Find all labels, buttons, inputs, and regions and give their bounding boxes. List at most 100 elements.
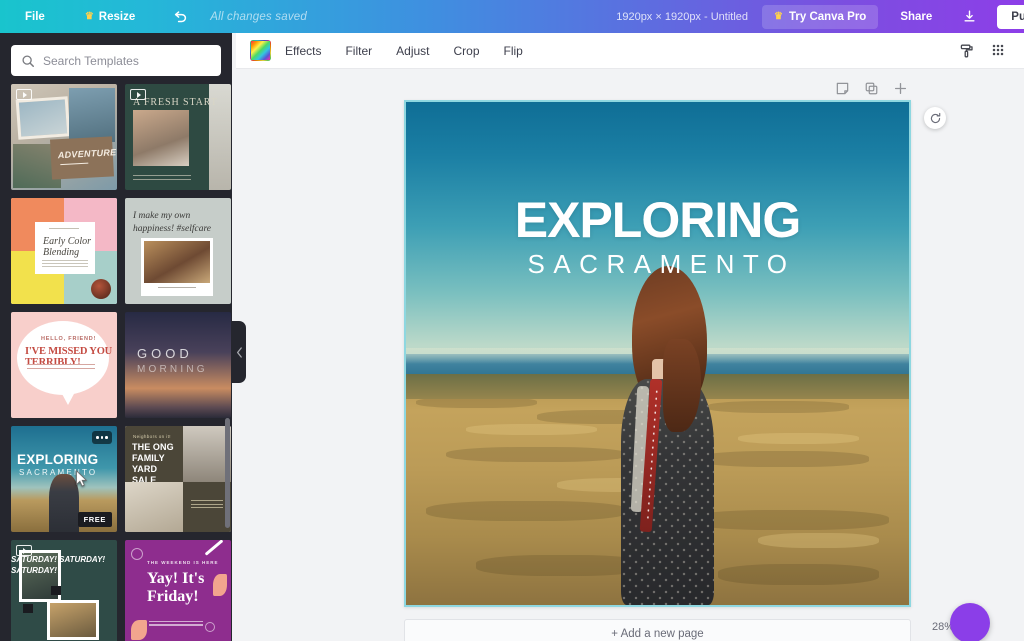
template-art [133, 110, 189, 166]
sidebar-scrollbar-thumb[interactable] [225, 418, 230, 528]
template-card-early-color-blending[interactable]: Early Color Blending [11, 198, 117, 304]
try-canva-pro-button[interactable]: ♛ Try Canva Pro [762, 4, 879, 29]
canvas-area: EXPLORING SACRAMENTO + Add a new page 28… [236, 69, 1024, 641]
publish-button[interactable]: Pu [997, 4, 1024, 29]
notes-icon[interactable] [834, 80, 850, 96]
video-badge-icon [16, 545, 32, 556]
template-kicker: THE WEEKEND IS HERE [147, 560, 219, 565]
sidebar-scrollbar[interactable] [225, 88, 230, 638]
template-title: I make my own happiness! #selfcare [133, 211, 212, 234]
template-subtitle: MORNING [137, 364, 208, 375]
add-new-page-label: + Add a new page [611, 628, 704, 640]
template-underline [60, 162, 89, 166]
page-tools-group [834, 80, 908, 96]
template-caption-lines [27, 364, 95, 371]
rotate-reset-icon[interactable] [924, 107, 946, 129]
template-title: SATURDAY! SATURDAY! SATURDAY! [11, 555, 106, 575]
add-page-icon[interactable] [892, 80, 908, 96]
try-pro-label: Try Canva Pro [788, 10, 867, 23]
template-title: Yay! It's Friday! [147, 570, 205, 605]
sidebar-collapse-handle[interactable] [232, 321, 246, 383]
template-art [51, 586, 61, 595]
canva-editor-window: File ♛ Resize All changes saved 1920px ×… [0, 0, 1024, 641]
search-input[interactable] [43, 53, 211, 68]
file-menu-button[interactable]: File [16, 6, 54, 28]
template-art [205, 622, 215, 632]
design-page-wrapper: EXPLORING SACRAMENTO [404, 100, 911, 607]
template-title: GOOD [137, 346, 193, 361]
help-fab-button[interactable] [950, 603, 990, 641]
template-art [183, 482, 231, 532]
add-new-page-button[interactable]: + Add a new page [404, 619, 911, 641]
template-kicker: Neighbors on it! [133, 434, 171, 439]
template-art [91, 279, 111, 299]
template-art: ADVENTURE [49, 136, 117, 180]
templates-grid: ADVENTURE A FRESH START Early Color Blen… [0, 84, 232, 641]
topbar-right-group: 1920px × 1920px - Untitled ♛ Try Canva P… [616, 4, 1024, 29]
template-art: Early Color Blending [35, 222, 95, 274]
design-title: EXPLORING [514, 191, 801, 248]
template-caption-lines [133, 175, 191, 184]
template-title: Early Color Blending [43, 236, 92, 258]
template-art [141, 238, 213, 296]
save-status-text: All changes saved [210, 10, 307, 23]
template-title: THE ONG FAMILY YARD SALE [132, 442, 174, 485]
template-card-good-morning[interactable]: GOOD MORNING [125, 312, 231, 418]
template-title: EXPLORING [17, 452, 99, 467]
crown-icon: ♛ [774, 10, 783, 22]
crown-icon: ♛ [84, 10, 94, 22]
search-icon [21, 54, 35, 68]
search-area [0, 33, 232, 84]
paint-roller-icon[interactable] [956, 40, 978, 62]
undo-arrow-icon[interactable] [166, 6, 194, 28]
share-button[interactable]: Share [886, 5, 946, 29]
template-card-adventure[interactable]: ADVENTURE [11, 84, 117, 190]
rainbow-color-swatch[interactable] [250, 40, 271, 61]
top-menu-bar: File ♛ Resize All changes saved 1920px ×… [0, 0, 1024, 33]
video-badge-icon [16, 89, 32, 100]
search-box[interactable] [11, 45, 221, 76]
mouse-cursor-icon [76, 470, 88, 487]
template-art [23, 604, 33, 613]
tab-filter[interactable]: Filter [335, 38, 382, 64]
resize-label: Resize [98, 10, 136, 23]
file-menu-label: File [25, 10, 45, 23]
download-icon[interactable] [952, 4, 987, 29]
template-card-a-fresh-start[interactable]: A FRESH START [125, 84, 231, 190]
duplicate-page-icon[interactable] [863, 80, 879, 96]
template-card-i-make-my-own-happiness[interactable]: I make my own happiness! #selfcare [125, 198, 231, 304]
template-art [15, 96, 71, 140]
template-card-ive-missed-you-terribly[interactable]: HELLO, FRIEND! I'VE MISSED YOU TERRIBLY! [11, 312, 117, 418]
design-figure-woman [612, 266, 723, 605]
template-card-ong-family-yard-sale[interactable]: Neighbors on it! THE ONG FAMILY YARD SAL… [125, 426, 231, 532]
template-art [131, 548, 143, 560]
image-edit-toolbar: Effects Filter Adjust Crop Flip [236, 33, 1024, 69]
template-art [125, 482, 183, 532]
template-art [69, 88, 115, 142]
template-card-exploring-sacramento[interactable]: EXPLORING SACRAMENTO FREE [11, 426, 117, 532]
template-caption-lines [149, 620, 203, 628]
share-label: Share [900, 10, 933, 23]
chevron-left-icon [236, 346, 242, 358]
templates-scroll-region[interactable]: ADVENTURE A FRESH START Early Color Blen… [0, 84, 232, 641]
template-art [47, 600, 99, 640]
design-page[interactable]: EXPLORING SACRAMENTO [404, 100, 911, 607]
resize-button[interactable]: ♛ Resize [76, 6, 144, 28]
tab-effects[interactable]: Effects [275, 38, 331, 64]
template-art [183, 426, 231, 482]
template-art [131, 620, 147, 640]
tab-flip[interactable]: Flip [494, 38, 533, 64]
template-card-yay-its-friday[interactable]: THE WEEKEND IS HERE Yay! It's Friday! [125, 540, 231, 641]
video-badge-icon [130, 89, 146, 100]
tab-crop[interactable]: Crop [444, 38, 490, 64]
design-title-block[interactable]: EXPLORING SACRAMENTO [406, 193, 909, 281]
template-art [204, 540, 224, 556]
template-more-options-icon[interactable] [92, 431, 112, 444]
free-badge: FREE [77, 512, 112, 527]
template-card-saturday[interactable]: SATURDAY! SATURDAY! SATURDAY! [11, 540, 117, 641]
transparency-grid-icon[interactable] [988, 40, 1010, 62]
tab-adjust[interactable]: Adjust [386, 38, 439, 64]
template-title: ADVENTURE [57, 147, 117, 161]
design-subtitle: SACRAMENTO [527, 248, 796, 279]
zoom-controls: 28% [932, 603, 990, 641]
